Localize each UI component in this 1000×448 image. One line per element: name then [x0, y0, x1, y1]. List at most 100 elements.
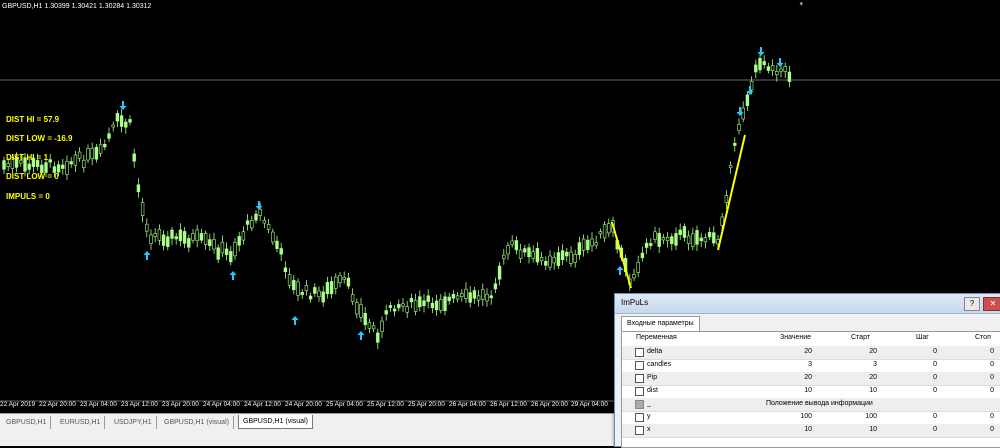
- param-name: dist: [647, 387, 658, 394]
- param-step[interactable]: 0: [897, 361, 937, 368]
- candle-body: [304, 285, 309, 291]
- param-stop[interactable]: 0: [954, 374, 994, 381]
- table-row[interactable]: dist 10 10 0 0: [622, 385, 1000, 399]
- table-row[interactable]: candles 3 3 0 0: [622, 359, 1000, 373]
- param-start[interactable]: 100: [837, 413, 877, 420]
- param-stop[interactable]: 0: [954, 348, 994, 355]
- candle-body: [56, 164, 61, 173]
- param-value[interactable]: 20: [772, 348, 812, 355]
- column-value[interactable]: Значение: [780, 334, 811, 341]
- buy-arrow-icon: [143, 251, 151, 260]
- param-step[interactable]: 0: [897, 374, 937, 381]
- candle-body: [649, 243, 653, 246]
- candle-body: [779, 68, 783, 72]
- table-row[interactable]: x 10 10 0 0: [622, 424, 1000, 438]
- param-start[interactable]: 10: [837, 426, 877, 433]
- tab-gbpusd-h1[interactable]: GBPUSD,H1: [2, 416, 52, 429]
- param-start[interactable]: 3: [837, 361, 877, 368]
- close-button[interactable]: ✕: [983, 297, 1000, 311]
- time-tick: 24 Apr 12:00: [244, 401, 281, 408]
- param-step[interactable]: 0: [897, 348, 937, 355]
- column-stop[interactable]: Стоп: [975, 334, 991, 341]
- tab-eurusd-h1[interactable]: EURUSD,H1: [56, 416, 106, 429]
- param-value[interactable]: 10: [772, 426, 812, 433]
- param-stop[interactable]: 0: [954, 426, 994, 433]
- time-tick: 25 Apr 12:00: [367, 401, 404, 408]
- candle-body: [157, 229, 162, 241]
- candle-body: [565, 251, 569, 257]
- candle-body: [145, 223, 149, 232]
- candle-body: [770, 65, 775, 72]
- param-value[interactable]: 3: [772, 361, 812, 368]
- row-checkbox[interactable]: [635, 361, 644, 370]
- candle-body: [665, 236, 670, 241]
- candle-body: [573, 254, 577, 263]
- tab-gbpusd-h1-visual[interactable]: GBPUSD,H1 (visual): [160, 416, 234, 429]
- candle-body: [329, 281, 334, 295]
- param-start[interactable]: 20: [837, 374, 877, 381]
- param-step[interactable]: 0: [897, 426, 937, 433]
- tab-gbpusd-h1-visual-active[interactable]: GBPUSD,H1 (visual): [238, 415, 313, 429]
- candle-body: [82, 159, 86, 168]
- candle-body: [544, 261, 548, 266]
- param-stop[interactable]: 0: [954, 387, 994, 394]
- candle-body: [783, 66, 787, 72]
- param-start[interactable]: 10: [837, 387, 877, 394]
- candle-body: [178, 229, 183, 242]
- candle-body: [413, 299, 418, 312]
- candle-body: [174, 236, 178, 240]
- param-name: _: [647, 400, 651, 407]
- table-row[interactable]: _ Положение вывода информации: [622, 398, 1000, 412]
- chart-corner-marker[interactable]: ▾: [799, 0, 803, 8]
- tab-input-parameters[interactable]: Входные параметры: [621, 316, 700, 331]
- param-value[interactable]: 100: [772, 413, 812, 420]
- row-checkbox[interactable]: [635, 413, 644, 422]
- param-start[interactable]: 20: [837, 348, 877, 355]
- overlay-dist-low-flag: DIST LOW = 0: [6, 172, 59, 181]
- param-stop[interactable]: 0: [954, 361, 994, 368]
- param-step[interactable]: 0: [897, 413, 937, 420]
- column-variable[interactable]: Переменная: [636, 334, 677, 341]
- row-checkbox[interactable]: [635, 374, 644, 383]
- dialog-title: ImPuLs: [621, 298, 649, 307]
- column-step[interactable]: Шаг: [916, 334, 929, 341]
- candle-body: [367, 321, 372, 329]
- candle-body: [455, 295, 460, 300]
- candle-body: [426, 295, 430, 302]
- candle-body: [464, 288, 468, 299]
- candle-body: [86, 148, 90, 161]
- candle-body: [317, 290, 321, 298]
- candle-body: [661, 237, 666, 241]
- candle-body: [338, 275, 342, 284]
- param-stop[interactable]: 0: [954, 413, 994, 420]
- table-row[interactable]: y 100 100 0 0: [622, 411, 1000, 425]
- candle-body: [401, 303, 405, 307]
- candle-body: [384, 310, 388, 315]
- candle-body: [468, 292, 472, 303]
- time-tick: 24 Apr 20:00: [285, 401, 322, 408]
- candle-body: [754, 64, 758, 73]
- tab-usdjpy-h1[interactable]: USDJPY,H1: [110, 416, 157, 429]
- column-start[interactable]: Старт: [851, 334, 870, 341]
- candle-body: [224, 248, 229, 256]
- chart-tabs-bar: GBPUSD,H1 EURUSD,H1 USDJPY,H1 GBPUSD,H1 …: [0, 413, 620, 446]
- candle-body: [678, 229, 682, 235]
- row-checkbox[interactable]: [635, 348, 644, 357]
- candle-body: [644, 242, 649, 248]
- candle-body: [195, 229, 199, 242]
- impulse-line: [717, 134, 746, 251]
- param-step[interactable]: 0: [897, 387, 937, 394]
- row-checkbox[interactable]: [635, 426, 644, 435]
- dialog-title-bar[interactable]: ImPuLs: [615, 294, 1000, 314]
- table-row[interactable]: Pip 20 20 0 0: [622, 372, 1000, 386]
- candle-body: [409, 298, 414, 303]
- param-value[interactable]: 20: [772, 374, 812, 381]
- candle-body: [161, 234, 166, 246]
- candle-body: [6, 163, 10, 167]
- param-value[interactable]: 10: [772, 387, 812, 394]
- table-header: Переменная Значение Старт Шаг Стоп: [622, 332, 1000, 347]
- table-row[interactable]: delta 20 20 0 0: [622, 346, 1000, 360]
- row-checkbox[interactable]: [635, 387, 644, 396]
- help-button[interactable]: ?: [964, 297, 980, 311]
- candle-body: [758, 57, 762, 71]
